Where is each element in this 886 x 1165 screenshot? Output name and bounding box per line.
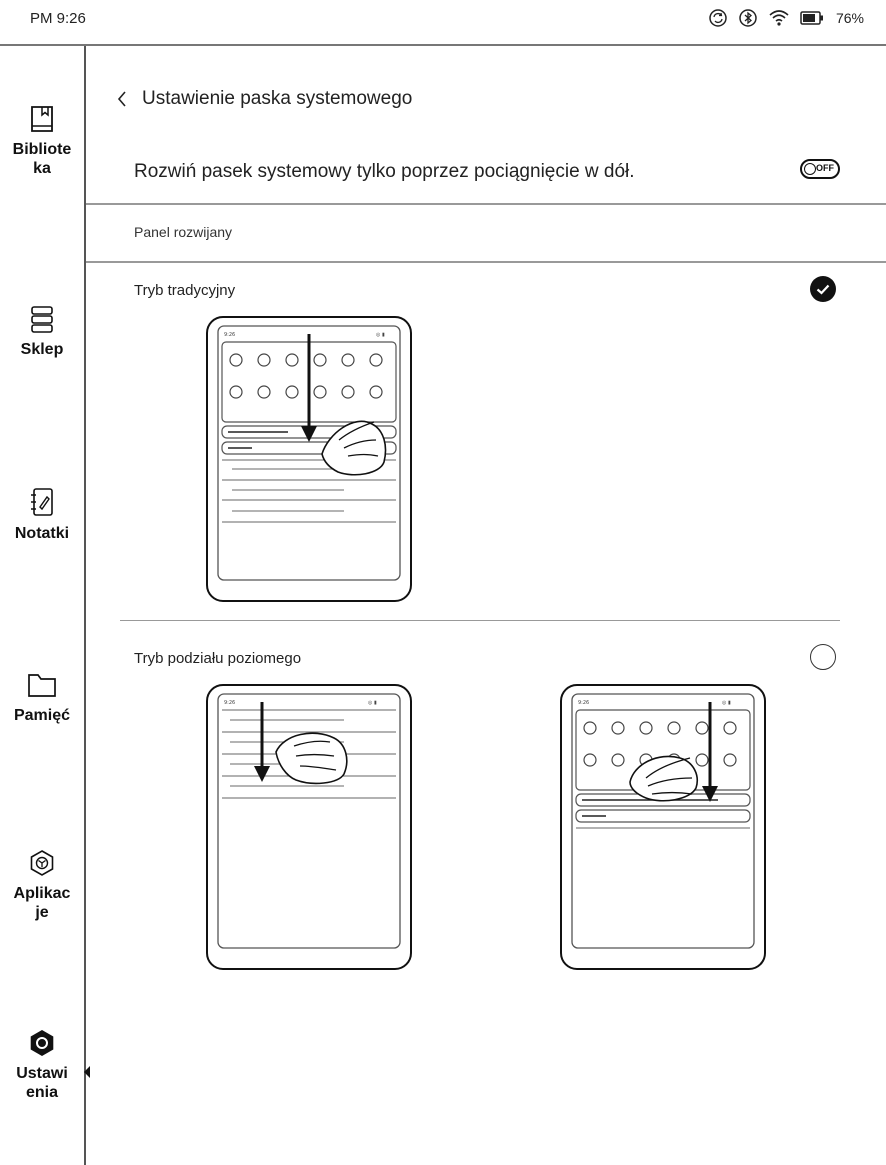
pull-down-only-setting-row: Rozwiń pasek systemowy tylko poprzez poc… bbox=[86, 141, 886, 205]
illustration-split-right: 9:26 ◎ ▮ bbox=[560, 684, 766, 970]
svg-text:◎ ▮: ◎ ▮ bbox=[376, 332, 385, 338]
toggle-state-text: OFF bbox=[816, 163, 834, 173]
sync-icon bbox=[708, 8, 728, 28]
status-bar: PM 9:26 76% bbox=[0, 0, 886, 46]
shop-icon bbox=[31, 306, 53, 333]
page-title: Ustawienie paska systemowego bbox=[142, 88, 413, 109]
status-time: PM 9:26 bbox=[30, 10, 86, 27]
sidebar-item-shop[interactable]: Sklep bbox=[0, 304, 84, 359]
sidebar-item-apps[interactable]: Aplikac je bbox=[0, 848, 84, 922]
sidebar-item-library[interactable]: Bibliote ka bbox=[0, 104, 84, 178]
checkmark-icon bbox=[816, 284, 830, 295]
sidebar-label-settings: Ustawi enia bbox=[16, 1065, 68, 1101]
battery-percent: 76% bbox=[835, 10, 864, 26]
bluetooth-icon bbox=[738, 8, 758, 28]
option-radio-traditional[interactable] bbox=[810, 276, 836, 302]
settings-icon bbox=[30, 1030, 54, 1056]
folder-icon bbox=[28, 674, 56, 697]
apps-icon bbox=[30, 850, 54, 876]
status-icons: 76% bbox=[708, 8, 864, 28]
back-chevron-icon[interactable] bbox=[116, 90, 128, 108]
option-title-horizontal-split[interactable]: Tryb podziału poziomego bbox=[134, 650, 301, 667]
pull-down-only-label: Rozwiń pasek systemowy tylko poprzez poc… bbox=[134, 161, 635, 182]
illustration-traditional: 9:26 ◎ ▮ bbox=[206, 316, 412, 602]
battery-icon bbox=[800, 11, 824, 25]
option-divider bbox=[120, 620, 840, 621]
toggle-knob bbox=[804, 163, 816, 175]
option-title-traditional[interactable]: Tryb tradycyjny bbox=[134, 282, 235, 299]
svg-text:◎ ▮: ◎ ▮ bbox=[722, 700, 731, 706]
settings-panel: Ustawienie paska systemowego Rozwiń pase… bbox=[86, 46, 886, 1165]
sidebar: Bibliote ka Sklep Notatki Pamięć Aplikac… bbox=[0, 46, 90, 1165]
section-divider bbox=[86, 261, 886, 263]
svg-text:9:26: 9:26 bbox=[578, 700, 589, 706]
sidebar-item-settings[interactable]: Ustawi enia bbox=[0, 1028, 84, 1102]
notes-icon bbox=[31, 488, 53, 516]
header: Ustawienie paska systemowego bbox=[116, 88, 412, 110]
svg-text:9:26: 9:26 bbox=[224, 700, 235, 706]
sidebar-item-notes[interactable]: Notatki bbox=[0, 486, 84, 543]
wifi-icon bbox=[768, 8, 790, 28]
sidebar-item-storage[interactable]: Pamięć bbox=[0, 670, 84, 725]
option-radio-horizontal-split[interactable] bbox=[810, 644, 836, 670]
book-icon bbox=[31, 106, 53, 132]
illustration-split-left: 9:26 ◎ ▮ bbox=[206, 684, 412, 970]
section-heading: Panel rozwijany bbox=[134, 224, 233, 240]
sidebar-label-notes: Notatki bbox=[14, 525, 70, 542]
svg-text:9:26: 9:26 bbox=[224, 332, 235, 338]
sidebar-label-shop: Sklep bbox=[20, 341, 64, 358]
pull-down-only-toggle[interactable]: OFF bbox=[800, 159, 840, 179]
sidebar-label-apps: Aplikac je bbox=[13, 885, 71, 921]
sidebar-label-library: Bibliote ka bbox=[12, 141, 72, 177]
sidebar-label-storage: Pamięć bbox=[13, 707, 71, 724]
svg-text:◎ ▮: ◎ ▮ bbox=[368, 700, 377, 706]
